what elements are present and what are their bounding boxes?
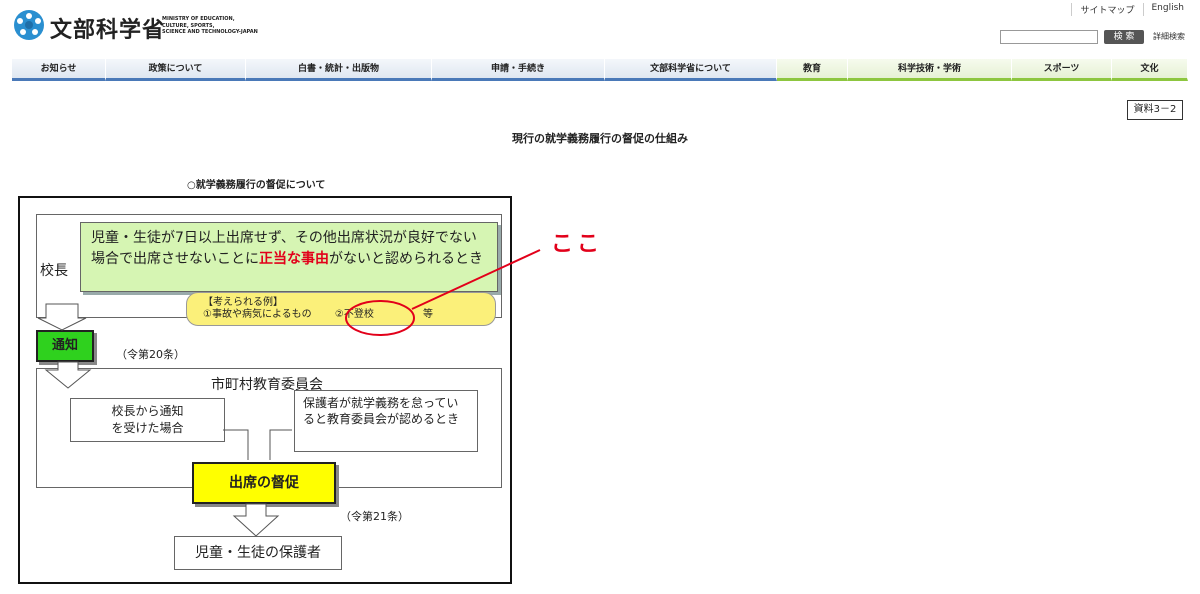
section-heading: ○就学義務履行の督促について bbox=[187, 180, 326, 191]
examples-header: 【考えられる例】 bbox=[203, 297, 283, 308]
condition-box: 児童・生徒が7日以上出席せず、その他出席状況が良好でない場合で出席させないことに… bbox=[80, 222, 498, 292]
from-principal-line: を受けた場合 bbox=[111, 421, 184, 435]
annotation-label: ここ bbox=[551, 232, 604, 257]
utility-links: サイトマップ English bbox=[1071, 3, 1184, 16]
nav-item-news[interactable]: お知らせ bbox=[12, 59, 106, 81]
page-title: 現行の就学義務履行の督促の仕組み bbox=[512, 132, 688, 145]
document-number: 資料3－2 bbox=[1127, 100, 1183, 120]
nav-item-culture[interactable]: 文化 bbox=[1112, 59, 1188, 81]
attendance-demand-box: 出席の督促 bbox=[192, 462, 336, 504]
logo-en-line: SCIENCE AND TECHNOLOGY-JAPAN bbox=[162, 29, 258, 35]
nav-item-policy[interactable]: 政策について bbox=[106, 59, 246, 81]
logo-english: MINISTRY OF EDUCATION, CULTURE, SPORTS, … bbox=[162, 16, 262, 36]
nav-item-science[interactable]: 科学技術・学術 bbox=[848, 59, 1012, 81]
examples-bubble: 【考えられる例】 ①事故や病気によるもの ②不登校 等 bbox=[186, 292, 496, 326]
from-principal-box: 校長から通知 を受けた場合 bbox=[70, 398, 225, 442]
notify-law-ref: （令第20条） bbox=[116, 348, 185, 361]
global-nav: お知らせ 政策について 白書・統計・出版物 申請・手続き 文部科学省について 教… bbox=[12, 59, 1188, 81]
condition-text-end: がないと認められるとき bbox=[329, 251, 483, 267]
nav-item-applications[interactable]: 申請・手続き bbox=[432, 59, 605, 81]
examples-etc: 等 bbox=[423, 309, 434, 320]
from-principal-line: 校長から通知 bbox=[111, 404, 184, 418]
example-truancy: ②不登校 bbox=[334, 309, 374, 320]
guardian-box: 児童・生徒の保護者 bbox=[174, 536, 342, 570]
search-button[interactable]: 検 索 bbox=[1104, 30, 1144, 44]
principal-label: 校長 bbox=[40, 263, 68, 279]
nav-item-about[interactable]: 文部科学省について bbox=[605, 59, 777, 81]
mext-logo-icon bbox=[14, 10, 44, 40]
guardian-neglect-box: 保護者が就学義務を怠っていると教育委員会が認めるとき bbox=[294, 390, 478, 452]
nav-item-publications[interactable]: 白書・統計・出版物 bbox=[246, 59, 432, 81]
logo-text: 文部科学省 bbox=[50, 18, 166, 43]
nav-item-sports[interactable]: スポーツ bbox=[1012, 59, 1112, 81]
example-illness: ①事故や病気によるもの bbox=[203, 309, 312, 320]
advanced-search-link[interactable]: 詳細検索 bbox=[1153, 31, 1185, 42]
attendance-flow-diagram: 校長 児童・生徒が7日以上出席せず、その他出席状況が良好でない場合で出席させない… bbox=[18, 196, 512, 584]
english-link[interactable]: English bbox=[1142, 3, 1184, 16]
search-input[interactable] bbox=[1000, 30, 1098, 44]
just-reason-emphasis: 正当な事由 bbox=[259, 251, 329, 267]
attendance-law-ref: （令第21条） bbox=[340, 510, 409, 523]
sitemap-link[interactable]: サイトマップ bbox=[1071, 3, 1142, 16]
nav-item-education[interactable]: 教育 bbox=[777, 59, 848, 81]
notify-box: 通知 bbox=[36, 330, 94, 362]
